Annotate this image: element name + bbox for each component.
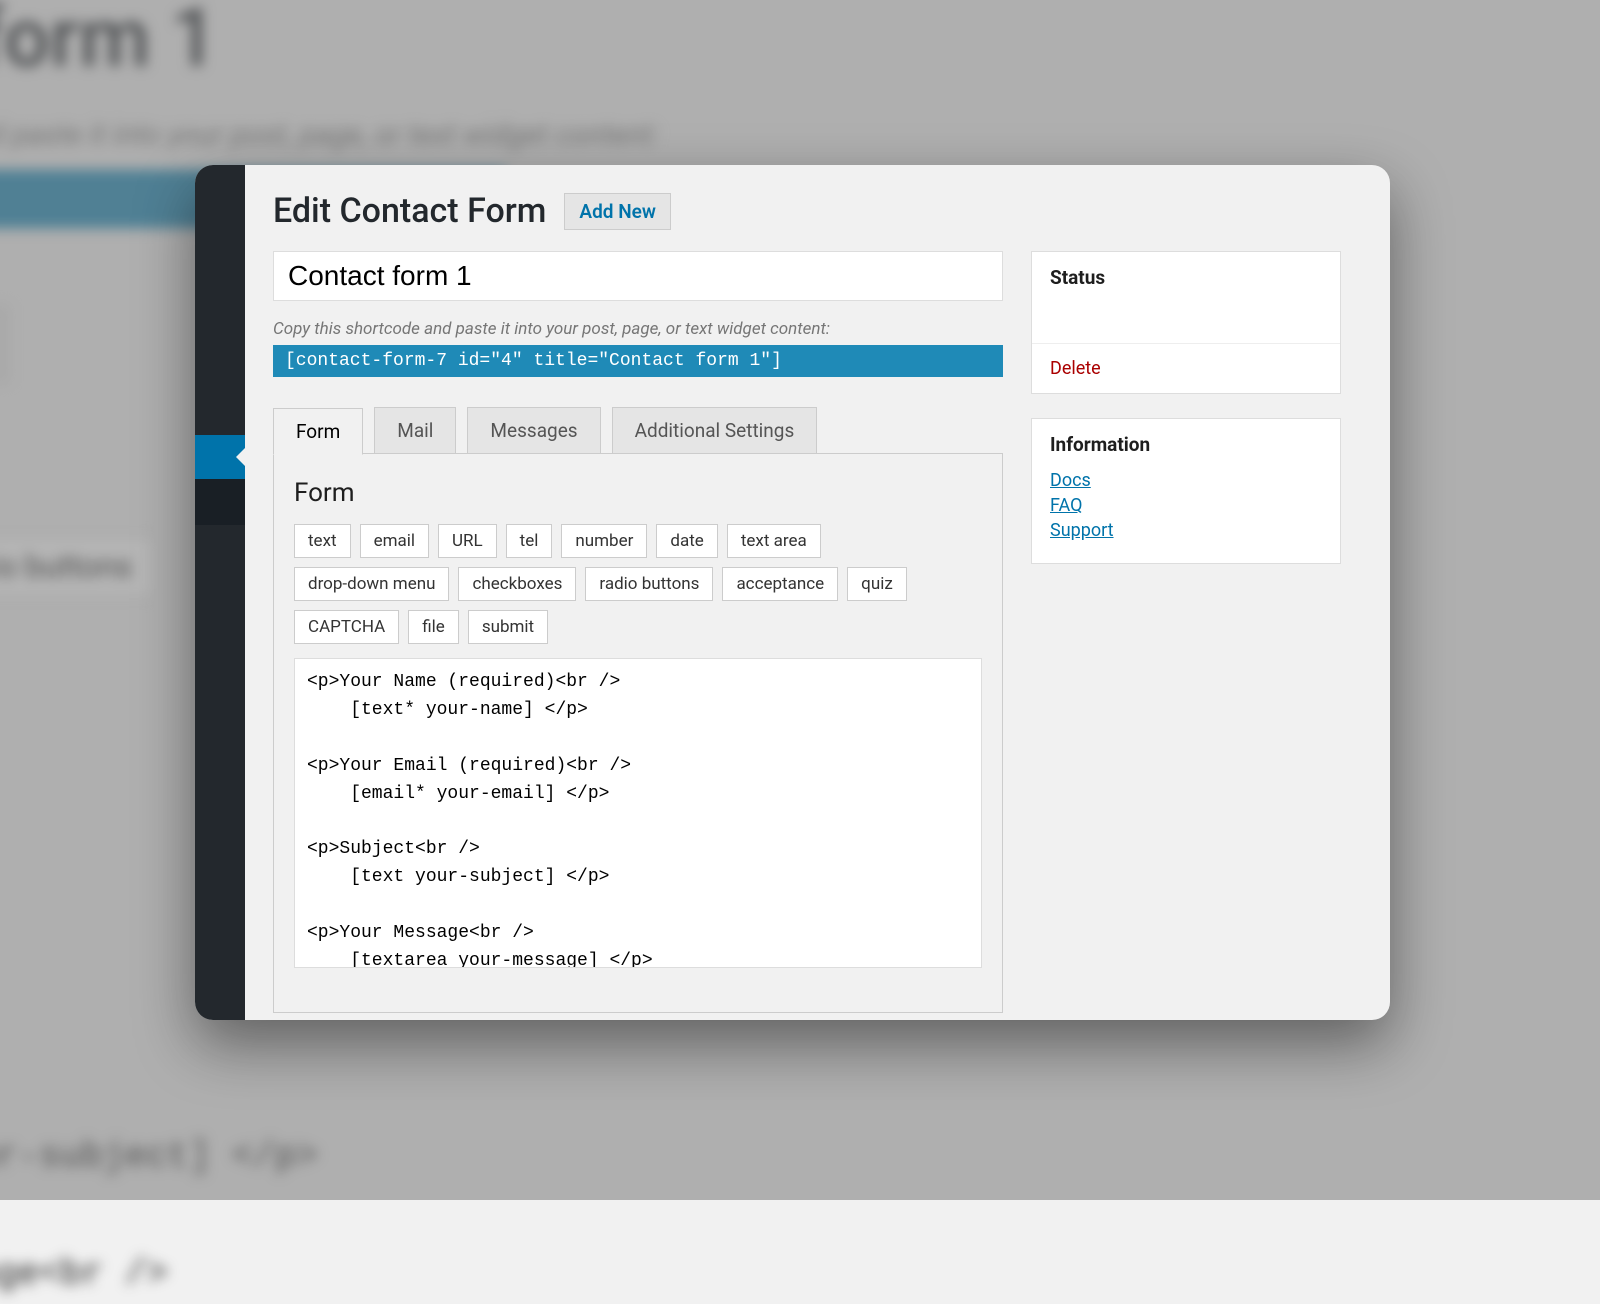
info-link-faq[interactable]: FAQ	[1050, 495, 1322, 516]
tag-email[interactable]: email	[360, 524, 429, 558]
panel-heading: Form	[294, 478, 982, 508]
information-box: Information Docs FAQ Support	[1031, 418, 1341, 564]
tag-textarea[interactable]: text area	[727, 524, 821, 558]
tag-file[interactable]: file	[408, 610, 459, 644]
add-new-button[interactable]: Add New	[564, 193, 671, 230]
page-heading: Edit Contact Form	[273, 191, 546, 231]
status-box: Status Delete	[1031, 251, 1341, 394]
tag-radio[interactable]: radio buttons	[585, 567, 713, 601]
tab-additional-settings[interactable]: Additional Settings	[612, 407, 818, 454]
delete-link[interactable]: Delete	[1032, 344, 1340, 393]
tag-dropdown[interactable]: drop-down menu	[294, 567, 449, 601]
sidebar-collapse[interactable]	[195, 479, 245, 525]
tag-captcha[interactable]: CAPTCHA	[294, 610, 399, 644]
tab-messages[interactable]: Messages	[467, 407, 600, 454]
tag-number[interactable]: number	[561, 524, 647, 558]
sidebar-active-indicator	[195, 435, 245, 479]
editor-modal: Edit Contact Form Add New Copy this shor…	[195, 165, 1390, 1020]
tab-form[interactable]: Form	[273, 408, 363, 455]
tab-mail[interactable]: Mail	[374, 407, 456, 454]
tag-quiz[interactable]: quiz	[847, 567, 907, 601]
shortcode-hint: Copy this shortcode and paste it into yo…	[273, 319, 1003, 339]
admin-sidebar	[195, 165, 245, 1020]
tag-submit[interactable]: submit	[468, 610, 548, 644]
info-link-support[interactable]: Support	[1050, 520, 1322, 541]
shortcode-field[interactable]	[273, 345, 1003, 377]
form-title-input[interactable]	[273, 251, 1003, 301]
information-heading: Information	[1032, 419, 1340, 466]
form-panel: Form text email URL tel number date text…	[273, 453, 1003, 1013]
tag-text[interactable]: text	[294, 524, 351, 558]
editor-tabs: Form Mail Messages Additional Settings	[273, 407, 1003, 454]
tag-tel[interactable]: tel	[506, 524, 553, 558]
tag-date[interactable]: date	[656, 524, 717, 558]
info-link-docs[interactable]: Docs	[1050, 470, 1322, 491]
tag-generator-row: text email URL tel number date text area…	[294, 524, 982, 644]
tag-acceptance[interactable]: acceptance	[722, 567, 838, 601]
tag-checkboxes[interactable]: checkboxes	[458, 567, 576, 601]
form-template-editor[interactable]	[294, 658, 982, 968]
status-heading: Status	[1032, 252, 1340, 299]
tag-url[interactable]: URL	[438, 524, 497, 558]
